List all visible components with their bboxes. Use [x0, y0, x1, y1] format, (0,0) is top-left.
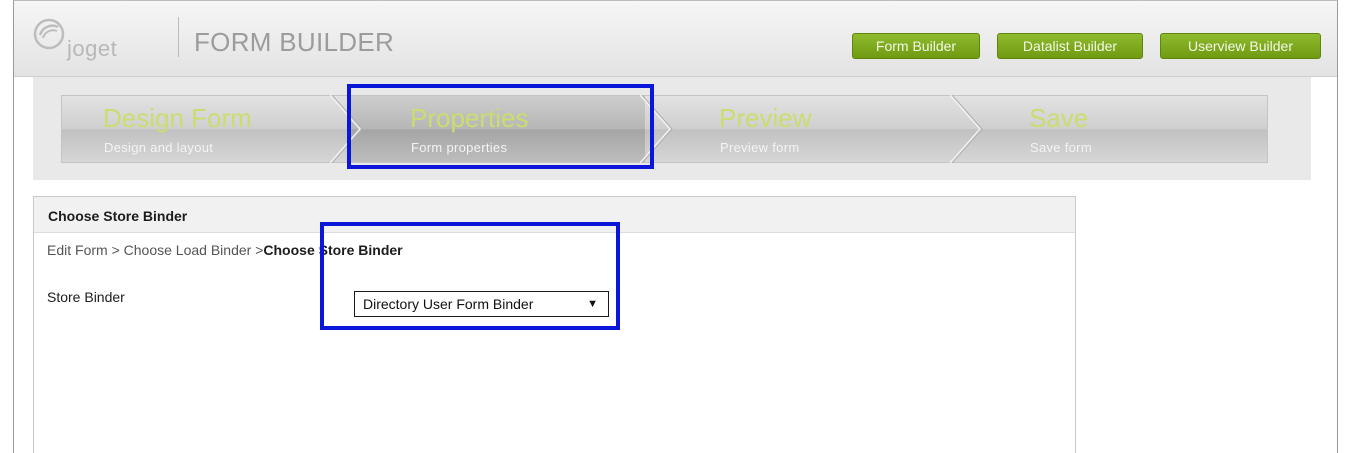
step-save[interactable]: Save Save form — [1029, 95, 1229, 163]
step-title: Save — [1029, 103, 1089, 133]
breadcrumb-choose-load-binder[interactable]: Choose Load Binder — [124, 242, 252, 258]
step-design-form[interactable]: Design Form Design and layout — [103, 95, 333, 163]
step-preview[interactable]: Preview Preview form — [719, 95, 949, 163]
step-subtitle: Design and layout — [104, 140, 214, 155]
step-title: Properties — [410, 103, 529, 133]
form-builder-button[interactable]: Form Builder — [852, 33, 980, 59]
joget-logo-icon — [33, 18, 65, 50]
joget-logo: joget — [32, 15, 182, 65]
step-title: Preview — [719, 103, 812, 133]
store-binder-select[interactable]: Directory User Form Binder ▼ — [354, 291, 609, 317]
datalist-builder-button[interactable]: Datalist Builder — [997, 33, 1143, 59]
app-title: FORM BUILDER — [194, 27, 395, 57]
panel-title: Choose Store Binder — [48, 208, 188, 224]
panel-header: Choose Store Binder — [34, 197, 1075, 233]
breadcrumb-edit-form[interactable]: Edit Form — [47, 242, 108, 258]
step-separator-icon — [640, 95, 673, 163]
logo-text: joget — [67, 36, 118, 61]
breadcrumb-separator: > — [111, 242, 120, 258]
step-properties[interactable]: Properties Form properties — [410, 95, 640, 163]
dropdown-arrow-icon: ▼ — [587, 298, 598, 310]
step-subtitle: Save form — [1030, 140, 1092, 155]
breadcrumb: Edit Form > Choose Load Binder >Choose S… — [47, 242, 403, 258]
step-separator-icon — [950, 95, 983, 163]
step-separator-icon — [330, 95, 363, 163]
breadcrumb-current: Choose Store Binder — [263, 242, 403, 258]
step-title: Design Form — [103, 103, 252, 133]
userview-builder-button[interactable]: Userview Builder — [1160, 33, 1321, 59]
select-value: Directory User Form Binder — [363, 296, 534, 312]
step-subtitle: Form properties — [411, 140, 508, 155]
step-subtitle: Preview form — [720, 140, 800, 155]
header-divider — [178, 17, 179, 57]
store-binder-panel: Choose Store Binder — [33, 196, 1076, 453]
store-binder-label: Store Binder — [47, 289, 125, 305]
